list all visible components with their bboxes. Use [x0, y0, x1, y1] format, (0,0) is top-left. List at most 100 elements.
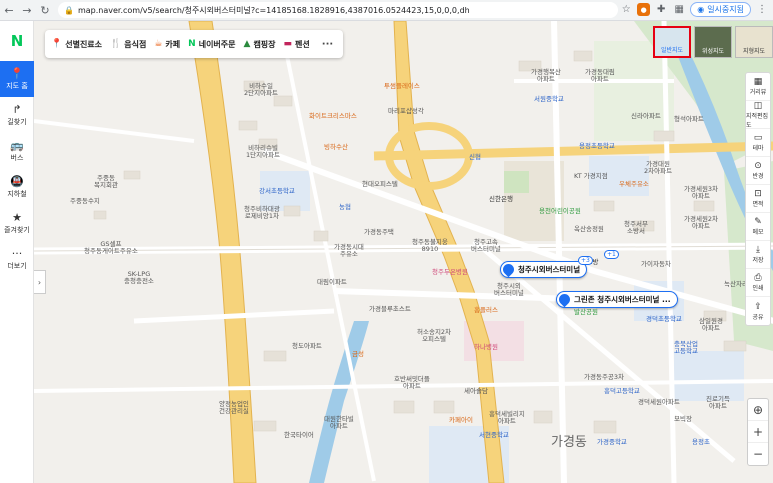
nav-more[interactable]: ··· 더보기	[0, 241, 34, 277]
place-label[interactable]: 카페아이	[449, 416, 473, 424]
tool-radius[interactable]: ⊙ 반경	[746, 157, 770, 185]
place-label[interactable]: 가경블루초스트	[369, 305, 411, 313]
place-label[interactable]: 투썸플레이스	[384, 82, 420, 90]
place-label[interactable]: 옥산송정원	[574, 225, 604, 233]
apps-icon[interactable]: ▦	[672, 3, 686, 17]
maptype-normal[interactable]: 일반지도	[653, 26, 691, 58]
place-label[interactable]: 경덕초등학교	[646, 315, 682, 323]
place-label[interactable]: 홈플러스	[474, 306, 498, 314]
place-label[interactable]: 삼일원경 아파트	[699, 317, 723, 332]
place-label[interactable]: 현대오피스텔	[362, 180, 398, 188]
reload-icon[interactable]: ↻	[36, 1, 54, 19]
place-label[interactable]: 흥덕세빌리지 아파트	[489, 410, 525, 425]
place-label[interactable]: 진로기득 아파트	[706, 395, 730, 410]
star-icon[interactable]: ☆	[619, 3, 633, 17]
tool-cadastral[interactable]: ◫ 지적편집도	[746, 101, 770, 129]
place-label[interactable]: 신협	[469, 153, 481, 161]
place-label[interactable]: 금성	[352, 350, 364, 358]
place-label[interactable]: 마리포샵성각	[388, 107, 424, 115]
extension-icon[interactable]: ●	[637, 3, 651, 16]
place-label[interactable]: 충북산업 고등학교	[674, 340, 698, 355]
back-icon[interactable]: ←	[0, 1, 18, 19]
chip-camping[interactable]: ▲ 캠핑장	[244, 39, 276, 50]
place-label[interactable]: 가경동주택	[364, 228, 394, 236]
menu-icon[interactable]: ⋮	[755, 3, 769, 17]
place-label[interactable]: 청주서부 소방서	[624, 220, 648, 235]
map-canvas[interactable]: 비하수일 2단지아파트 비하리슈빌 1단지아파트 주중동 복지회관 주중동수지 청주비…	[34, 21, 773, 483]
place-label[interactable]: 대원한타빌 아파트	[324, 415, 354, 430]
zoom-out-button[interactable]: −	[748, 443, 768, 465]
place-label[interactable]: 서현중학교	[479, 431, 509, 439]
nav-favorites[interactable]: ★ 즐겨찾기	[0, 205, 34, 241]
maptype-terrain[interactable]: 지형지도	[735, 26, 773, 58]
place-label[interactable]: 용정초등학교	[579, 142, 615, 150]
place-label[interactable]: 주중동수지	[70, 197, 100, 205]
nav-subway[interactable]: 🚇 지하철	[0, 169, 34, 205]
chip-restaurant[interactable]: 🍴 음식점	[110, 39, 146, 50]
place-label[interactable]: 가이자동차	[641, 260, 671, 268]
place-label[interactable]: 비하수일 2단지아파트	[244, 82, 278, 97]
forward-icon[interactable]: →	[18, 1, 36, 19]
place-marker[interactable]: 청주시외버스터미널	[500, 261, 588, 278]
tool-share[interactable]: ⇪ 공유	[746, 297, 770, 325]
place-label[interactable]: 청도아파트	[292, 342, 322, 350]
place-label[interactable]: 가경행복산 아파트	[531, 68, 561, 83]
place-label[interactable]: 가경동시대 주유소	[334, 243, 364, 258]
tool-print[interactable]: ⎙ 인쇄	[746, 269, 770, 297]
tool-street-view[interactable]: ▦ 거리뷰	[746, 73, 770, 101]
place-label[interactable]: 호반써밋더플 아파트	[394, 375, 430, 390]
place-label[interactable]: 화이트크리스마스	[309, 112, 357, 120]
place-label[interactable]: 형석아파트	[674, 115, 704, 123]
chip-cafe[interactable]: ☕ 카페	[154, 39, 180, 50]
place-label[interactable]: 신한은행	[489, 195, 513, 203]
place-label[interactable]: 모빅장	[674, 415, 692, 423]
tool-theme[interactable]: ▭ 테마	[746, 129, 770, 157]
place-label[interactable]: 가경동대림 아파트	[585, 68, 615, 83]
chip-naver-order[interactable]: N 네이버주문	[188, 39, 235, 50]
place-label[interactable]: 양정농업인 건강관리실	[219, 400, 249, 415]
place-label[interactable]: 농협	[339, 203, 351, 211]
place-label[interactable]: 허소송지2차 오피스텔	[417, 328, 451, 343]
profile-paused-button[interactable]: ◉ 일시중지됨	[690, 2, 751, 17]
place-label[interactable]: 가경중학교	[597, 438, 627, 446]
place-label[interactable]: 하나병원	[474, 343, 498, 351]
place-label[interactable]: 용정초	[692, 438, 710, 446]
place-label[interactable]: 가경동주공3차	[584, 373, 624, 381]
nav-map-home[interactable]: 📍 지도 홈	[0, 61, 34, 97]
zoom-in-button[interactable]: +	[748, 421, 768, 443]
place-label[interactable]: 발산공원	[574, 308, 598, 316]
tool-area[interactable]: ⊡ 면적	[746, 185, 770, 213]
place-label[interactable]: 대림이파트	[317, 278, 347, 286]
place-label[interactable]: 신라아파트	[631, 112, 661, 120]
place-marker[interactable]: 그린존 청주시외버스터미널 ...	[556, 291, 678, 308]
place-label[interactable]: 가경세원3차 아파트	[684, 185, 718, 200]
place-label[interactable]: 청주두온병원	[432, 268, 468, 276]
place-label[interactable]: 세아솔담	[464, 387, 488, 395]
more-categories-button[interactable]: ···	[318, 39, 337, 50]
place-label[interactable]: 경덕세원아파트	[638, 398, 680, 406]
address-bar[interactable]: 🔒 map.naver.com/v5/search/청주시외버스터미널?c=14…	[58, 2, 618, 18]
place-label[interactable]: 청주비하대광 로제비앙1차	[244, 205, 280, 220]
maptype-satellite[interactable]: 위성지도	[694, 26, 732, 58]
locate-me-button[interactable]: ⊕	[748, 399, 768, 421]
place-label[interactable]: 가경대원 2차아파트	[644, 160, 672, 175]
naver-logo[interactable]: N	[0, 21, 34, 61]
place-label[interactable]: 청주시외 버스터미널	[494, 282, 524, 297]
place-label[interactable]: 서원중학교	[534, 95, 564, 103]
place-label[interactable]: 강서초등학교	[259, 187, 295, 195]
place-label[interactable]: 한국타이어	[284, 431, 314, 439]
place-label[interactable]: GS셀프 청주동게이트주유소	[84, 240, 138, 255]
tool-memo[interactable]: ✎ 메모	[746, 213, 770, 241]
chip-pension[interactable]: ▬ 펜션	[284, 39, 310, 50]
place-label[interactable]: 청주동불지웅 8910	[412, 238, 448, 253]
chip-screening-clinic[interactable]: 📍 선별진료소	[51, 39, 102, 50]
place-label[interactable]: 우체주유소	[619, 180, 649, 188]
panel-toggle-chevron-icon[interactable]: ›	[34, 270, 46, 294]
place-label[interactable]: 비하리슈빌 1단지아파트	[246, 144, 280, 159]
place-label[interactable]: 흥덕고등학교	[604, 387, 640, 395]
place-label[interactable]: KT 가경지점	[574, 172, 608, 180]
place-label[interactable]: 청주고속 버스터미널	[471, 238, 501, 253]
place-label[interactable]: 가경세원2차 아파트	[684, 215, 718, 230]
tool-save[interactable]: ⤓ 저장	[746, 241, 770, 269]
place-label[interactable]: SK-LPG 충청충전소	[124, 270, 154, 285]
